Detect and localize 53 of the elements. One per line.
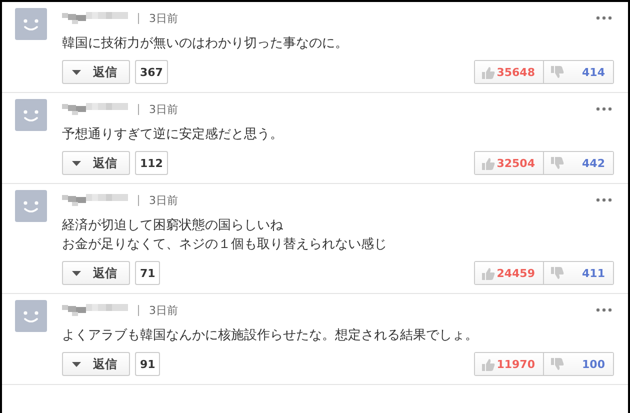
avatar-icon	[15, 8, 47, 40]
caret-icon	[72, 160, 81, 166]
more-icon[interactable]	[596, 308, 612, 312]
more-icon[interactable]	[596, 198, 612, 202]
avatar-icon	[15, 300, 47, 332]
reply-button[interactable]: 返信	[62, 60, 130, 84]
thumbs-up-icon	[481, 266, 495, 280]
reply-button[interactable]: 返信	[62, 261, 130, 285]
thumbs-up-icon	[481, 156, 495, 170]
pixelated-username	[62, 304, 128, 316]
comment-time: 3日前	[149, 10, 178, 26]
reply-count: 112	[135, 151, 168, 175]
comment-text: 経済が切迫して困窮状態の国らしいね	[62, 217, 284, 235]
comment-text: よくアラブも韓国なんかに核施設作らせたな。想定される結果でしょ。	[62, 327, 479, 345]
separator	[138, 304, 139, 316]
comment-text: 予想通りすぎて逆に安定感だと思う。	[62, 126, 284, 144]
like-button[interactable]: 11970	[475, 353, 544, 375]
more-icon[interactable]	[596, 16, 612, 20]
reply-count: 91	[135, 352, 160, 376]
reply-button[interactable]: 返信	[62, 352, 130, 376]
thumbs-down-icon	[550, 358, 564, 370]
pixelated-username	[62, 103, 128, 115]
thumbs-down-icon	[550, 156, 564, 170]
like-button[interactable]: 32504	[475, 152, 544, 174]
separator	[138, 104, 139, 114]
dislike-button[interactable]: 442	[544, 152, 613, 174]
thumbs-up-icon	[481, 358, 495, 370]
thumbs-up-icon	[481, 66, 495, 78]
more-icon[interactable]	[596, 107, 612, 111]
pixelated-username	[62, 194, 128, 206]
like-button[interactable]: 24459	[475, 262, 544, 284]
comment-time: 3日前	[149, 192, 178, 208]
comment-text: 韓国に技術力が無いのはわかり切った事なのに。	[62, 35, 349, 53]
pixelated-username	[62, 12, 128, 24]
avatar-icon	[15, 190, 47, 222]
avatar-icon	[15, 99, 47, 131]
reply-count: 367	[135, 60, 168, 84]
comment-text: お金が足りなくて、ネジの１個も取り替えられない感じ	[62, 236, 388, 254]
separator	[138, 194, 139, 206]
dislike-button[interactable]: 411	[544, 262, 613, 284]
caret-icon	[72, 270, 81, 276]
thumbs-down-icon	[550, 266, 564, 280]
separator	[138, 12, 139, 24]
dislike-button[interactable]: 414	[544, 61, 613, 83]
thumbs-down-icon	[550, 66, 564, 78]
dislike-button[interactable]: 100	[544, 353, 613, 375]
reply-count: 71	[135, 261, 160, 285]
comment-time: 3日前	[149, 302, 178, 318]
like-button[interactable]: 35648	[475, 61, 544, 83]
comment-time: 3日前	[149, 102, 178, 116]
caret-icon	[72, 362, 81, 366]
reply-button[interactable]: 返信	[62, 151, 130, 175]
caret-icon	[72, 70, 81, 74]
